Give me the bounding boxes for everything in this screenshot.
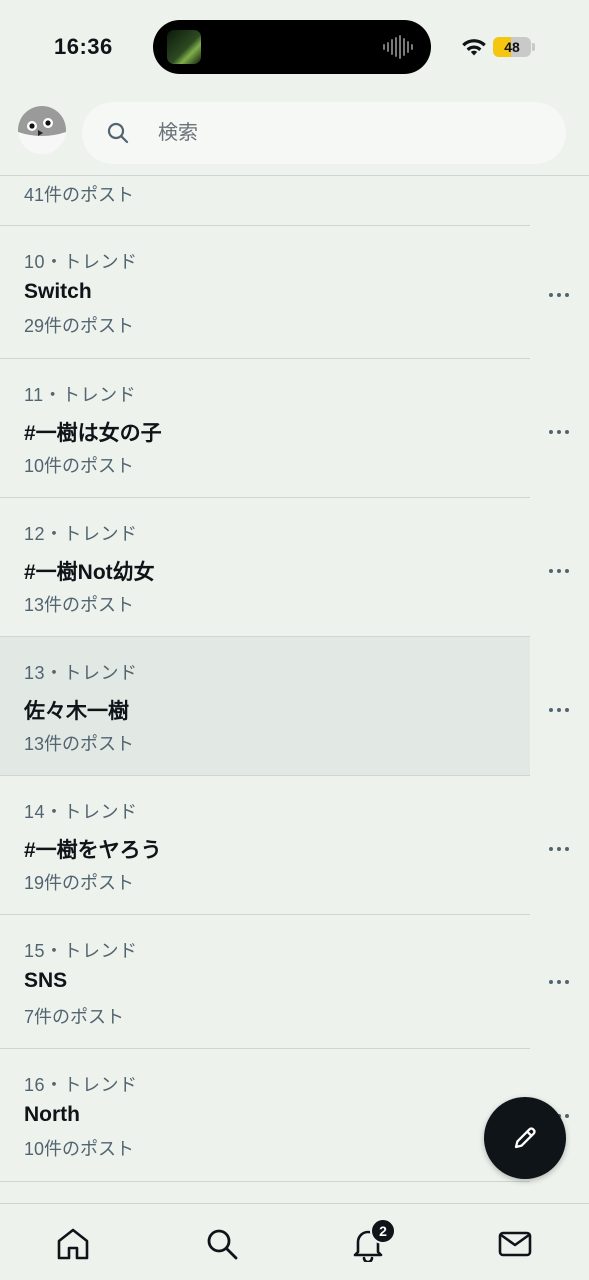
status-time: 16:36 [54, 34, 113, 59]
trend-name: #一樹をヤろう [24, 839, 162, 862]
trend-rank-label: 10・トレンド [24, 252, 138, 272]
more-options-icon[interactable] [544, 422, 576, 442]
home-icon [57, 1228, 89, 1260]
more-options-icon[interactable] [544, 561, 576, 581]
trend-post-count: 29件のポスト [24, 316, 135, 336]
trend-post-count: 19件のポスト [24, 873, 135, 893]
more-options-icon[interactable] [544, 839, 576, 859]
search-bar[interactable] [82, 102, 566, 164]
more-options-icon[interactable] [544, 285, 576, 305]
more-options-icon[interactable] [544, 972, 576, 992]
trend-name: SNS [24, 969, 68, 992]
dynamic-island[interactable] [153, 20, 431, 74]
trend-list: 41件のポスト 10・トレンド Switch 29件のポスト 11・トレンド #一樹は女… [0, 177, 589, 1182]
now-playing-artwork [167, 30, 201, 64]
trend-post-count: 13件のポスト [24, 734, 135, 754]
trend-post-count: 41件のポスト [24, 185, 135, 205]
trend-name: #一樹は女の子 [24, 422, 162, 445]
status-bar: 16:36 48 [0, 0, 589, 96]
wifi-icon [462, 39, 486, 56]
bottom-navigation: 2 [0, 1203, 589, 1280]
notification-badge: 2 [370, 1218, 396, 1244]
trend-name: #一樹Not幼女 [24, 561, 155, 584]
search-icon [107, 122, 129, 144]
avatar[interactable] [18, 106, 66, 154]
trend-rank-label: 13・トレンド [24, 663, 138, 683]
trend-rank-label: 11・トレンド [24, 385, 137, 405]
compose-pencil-icon [514, 1127, 536, 1149]
trend-name: 佐々木一樹 [24, 700, 129, 723]
trend-name: Switch [24, 280, 92, 303]
trend-rank-label: 12・トレンド [24, 524, 138, 544]
nav-messages[interactable] [497, 1226, 533, 1262]
battery-level: 48 [504, 39, 520, 55]
trend-row[interactable]: 15・トレンド SNS 7件のポスト [0, 915, 569, 1049]
trend-row[interactable]: 12・トレンド #一樹Not幼女 13件のポスト [0, 498, 569, 637]
trend-post-count: 10件のポスト [24, 1139, 135, 1159]
more-options-icon[interactable] [544, 700, 576, 720]
trend-row[interactable]: 14・トレンド #一樹をヤろう 19件のポスト [0, 776, 569, 915]
battery-nub [532, 43, 535, 51]
trend-row[interactable]: 11・トレンド #一樹は女の子 10件のポスト [0, 359, 569, 498]
trend-rank-label: 14・トレンド [24, 802, 138, 822]
explore-header [0, 96, 589, 176]
search-icon [207, 1229, 238, 1260]
bird-avatar-icon [18, 106, 66, 154]
nav-search[interactable] [204, 1226, 240, 1262]
audio-waveform-icon [383, 35, 413, 59]
nav-home[interactable] [55, 1226, 91, 1262]
compose-post-button[interactable] [484, 1097, 566, 1179]
trend-post-count: 10件のポスト [24, 456, 135, 476]
mail-icon [498, 1231, 532, 1257]
trend-row-partial[interactable]: 41件のポスト [0, 177, 530, 226]
search-input[interactable] [158, 102, 538, 164]
battery-indicator: 48 [493, 37, 531, 57]
trend-row[interactable]: 13・トレンド 佐々木一樹 13件のポスト [0, 637, 569, 776]
trend-row[interactable]: 16・トレンド North 10件のポスト [0, 1049, 569, 1182]
trend-post-count: 13件のポスト [24, 595, 135, 615]
trend-rank-label: 16・トレンド [24, 1075, 138, 1095]
trend-rank-label: 15・トレンド [24, 941, 138, 961]
trend-post-count: 7件のポスト [24, 1007, 125, 1027]
trend-row[interactable]: 10・トレンド Switch 29件のポスト [0, 226, 569, 359]
trend-name: North [24, 1103, 80, 1126]
